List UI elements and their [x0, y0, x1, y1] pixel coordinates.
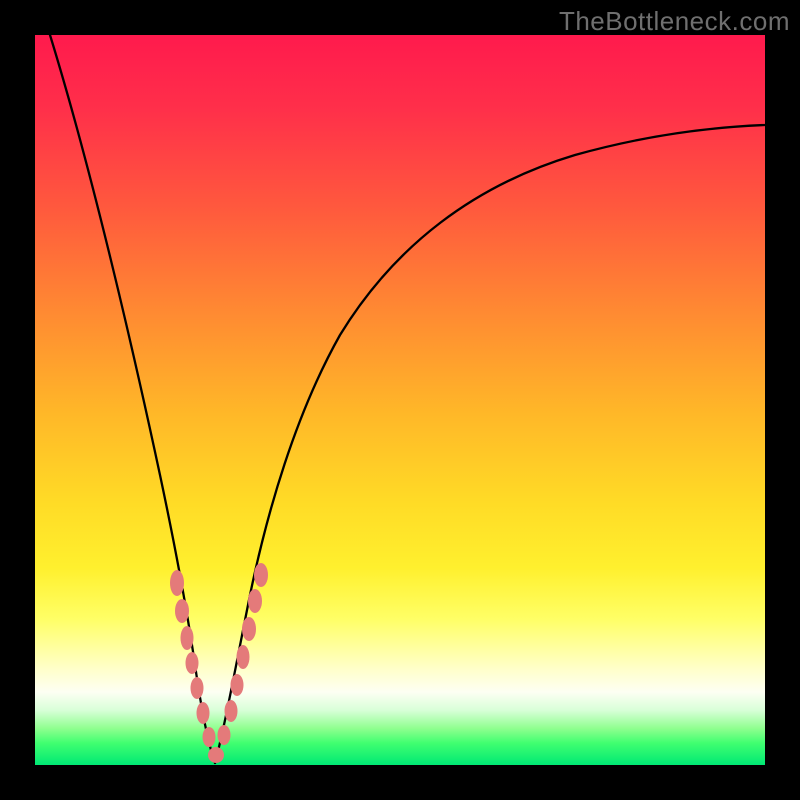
marker-dot	[197, 702, 210, 724]
marker-dot	[254, 563, 268, 587]
marker-dot	[191, 677, 204, 699]
marker-dot	[170, 570, 184, 596]
curve-layer	[35, 35, 765, 765]
curve-right-branch	[215, 125, 765, 763]
marker-dot	[242, 617, 256, 641]
marker-dot	[208, 747, 224, 763]
marker-dot	[231, 674, 244, 696]
marker-dot	[186, 652, 199, 674]
plot-area	[35, 35, 765, 765]
marker-dot	[248, 589, 262, 613]
marker-dot	[237, 645, 250, 669]
chart-frame: TheBottleneck.com	[0, 0, 800, 800]
marker-dot	[181, 626, 194, 650]
watermark-text: TheBottleneck.com	[559, 6, 790, 37]
marker-dot	[203, 727, 216, 747]
marker-dot	[175, 599, 189, 623]
marker-dot	[218, 725, 231, 745]
marker-dot	[225, 700, 238, 722]
